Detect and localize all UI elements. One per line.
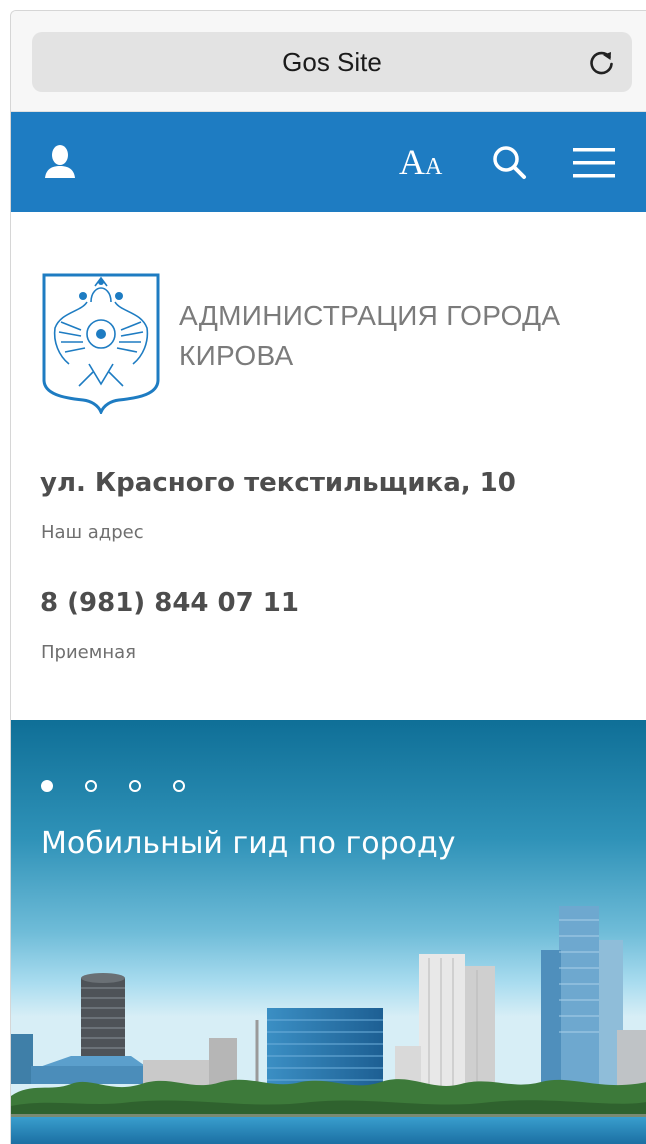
slider-dot[interactable]	[41, 780, 53, 792]
slider-dot[interactable]	[129, 780, 141, 792]
hero-title: Мобильный гид по городу	[41, 826, 456, 861]
address-value: ул. Красного текстильщика, 10	[40, 468, 516, 498]
search-icon[interactable]	[489, 142, 529, 182]
organization-name-line1: АДМИНИСТРАЦИЯ ГОРОДА	[179, 300, 561, 331]
phone-caption: Приемная	[41, 642, 136, 663]
coat-of-arms-icon	[42, 273, 160, 414]
menu-icon[interactable]	[571, 146, 617, 180]
organization-info: АДМИНИСТРАЦИЯ ГОРОДА КИРОВА ул. Красного…	[11, 212, 646, 720]
city-skyline-image	[11, 906, 646, 1144]
site-header: AA	[11, 112, 646, 212]
address-caption: Наш адрес	[41, 522, 144, 543]
browser-frame: Gos Site AA АДМИНИСТРАЦИЯ ГОРОДА КИРОВА …	[10, 10, 646, 1144]
font-size-icon[interactable]: AA	[399, 138, 442, 194]
hero-slider[interactable]: Мобильный гид по городу	[11, 720, 646, 1144]
slider-dot[interactable]	[85, 780, 97, 792]
reload-icon[interactable]	[586, 46, 618, 78]
organization-name: АДМИНИСТРАЦИЯ ГОРОДА КИРОВА	[179, 296, 639, 376]
phone-value[interactable]: 8 (981) 844 07 11	[40, 588, 299, 618]
slider-dot[interactable]	[173, 780, 185, 792]
address-bar[interactable]: Gos Site	[32, 32, 632, 92]
page-title: Gos Site	[282, 47, 382, 77]
user-icon[interactable]	[43, 144, 77, 180]
browser-toolbar: Gos Site	[11, 11, 646, 112]
font-size-icon-large: A	[399, 142, 425, 182]
organization-name-line2: КИРОВА	[179, 340, 294, 371]
font-size-icon-small: A	[425, 154, 443, 180]
